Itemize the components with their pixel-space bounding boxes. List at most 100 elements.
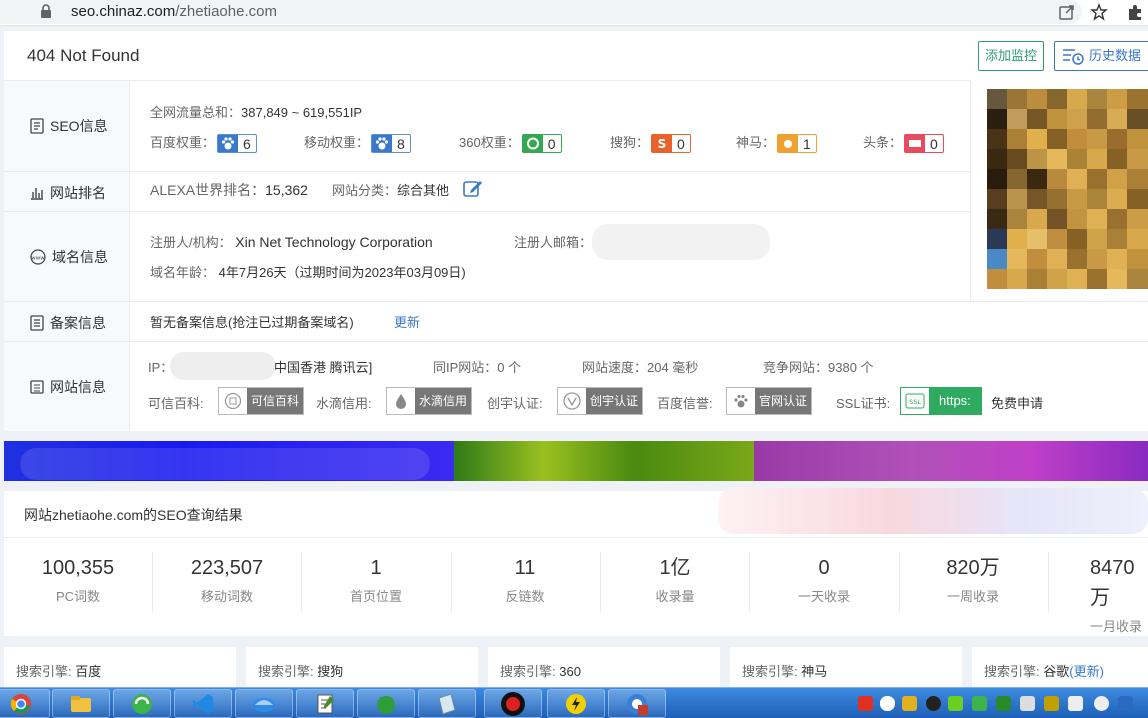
record-button-icon (501, 691, 525, 716)
stat-indexed[interactable]: 1亿 收录量 (601, 553, 749, 611)
engine-card-360[interactable]: 搜索引擎: 360 (488, 647, 720, 687)
record-icon (30, 315, 44, 331)
chrome-icon (10, 693, 31, 714)
competitor-sites[interactable]: 竞争网站：9380 个 (763, 357, 874, 376)
browser360-taskbar-button[interactable] (113, 689, 171, 718)
signal-icon[interactable] (1068, 696, 1083, 711)
address-bar: seo.chinaz.com/zhetiaohe.com (0, 0, 1148, 26)
vscode-icon (193, 693, 213, 714)
mobile-weight[interactable]: 移动权重： 8 (304, 132, 411, 154)
tray-shield-icon[interactable] (972, 696, 987, 711)
same-ip-sites[interactable]: 同IP网站：0 个 (433, 357, 521, 376)
stat-homepage-position[interactable]: 1 首页位置 (302, 553, 450, 611)
share-icon[interactable] (1058, 3, 1076, 21)
redacted-ip (170, 352, 276, 380)
speaker-icon[interactable] (1094, 696, 1109, 711)
tray-cloud-icon[interactable] (1118, 696, 1133, 711)
ssl-label: SSL证书: (836, 396, 891, 411)
stat-backlinks[interactable]: 11 反链数 (451, 553, 599, 611)
svg-text:www: www (31, 256, 45, 262)
engine-card-baidu[interactable]: 搜索引擎: 百度 (4, 647, 236, 687)
results-title: 网站zhetiaohe.com的SEO查询结果 (24, 507, 243, 523)
app-yellow-taskbar-button[interactable] (547, 689, 605, 718)
chuangyu-badge[interactable]: 创宇认证 (557, 387, 644, 415)
stat-mobile-words[interactable]: 223,507 移动词数 (153, 553, 301, 611)
shenma-weight[interactable]: 神马： 1 (736, 132, 817, 154)
divider (4, 537, 1148, 538)
recorder-taskbar-button[interactable] (484, 689, 542, 718)
chrome-badge-icon (627, 693, 648, 715)
chrome-taskbar-button[interactable] (0, 689, 50, 718)
baidu-paw-icon (218, 135, 239, 153)
url-text[interactable]: seo.chinaz.com/zhetiaohe.com (71, 3, 277, 20)
chrome-window-taskbar-button[interactable] (608, 689, 666, 718)
toutiao-icon (905, 135, 926, 153)
document-app-taskbar-button[interactable] (418, 689, 476, 718)
tray-record-icon[interactable] (926, 696, 941, 711)
engine-card-sogou[interactable]: 搜索引擎: 搜狗 (246, 647, 478, 687)
row-label-ranking: 网站排名 (4, 172, 130, 211)
moon-icon[interactable] (880, 696, 895, 711)
stat-week-indexed[interactable]: 820万 一周收录 (899, 553, 1047, 611)
redacted-ad (718, 488, 1148, 534)
divider (4, 341, 1148, 342)
site-speed: 网站速度：204 毫秒 (582, 360, 699, 375)
alexa-rank: ALEXA世界排名：15,362 (150, 182, 308, 198)
site-thumbnail (975, 75, 1148, 301)
shuidi-badge[interactable]: 水滴信用 (386, 387, 473, 415)
icp-label: 备案信息 (30, 313, 106, 333)
icp-update-link[interactable]: 更新 (394, 312, 420, 331)
sogou-weight[interactable]: 搜狗： S 0 (610, 132, 691, 154)
history-label: 历史数据 (1089, 48, 1142, 63)
document-icon (30, 118, 44, 134)
add-monitor-button[interactable]: 添加监控 (978, 41, 1044, 71)
divider (4, 301, 1148, 302)
ssl-apply-link[interactable]: 免费申请 (991, 393, 1043, 412)
column-divider (970, 81, 971, 301)
water-drop-icon (387, 388, 415, 414)
edit-icon[interactable] (463, 178, 483, 198)
kexin-badge[interactable]: 可信百科 (218, 387, 305, 415)
explorer-taskbar-button[interactable] (52, 689, 110, 718)
taskbar (0, 687, 1148, 718)
site-info-label: 网站信息 (30, 377, 106, 397)
document-app-icon (438, 692, 456, 715)
baidu-weight[interactable]: 百度权重： 6 (150, 132, 257, 154)
tray-app-icon[interactable] (902, 696, 917, 711)
redacted-banner (20, 448, 430, 480)
row-label-seo: SEO信息 (4, 81, 130, 171)
list-icon (30, 380, 44, 394)
toutiao-weight[interactable]: 头条： 0 (863, 132, 944, 154)
ranking-label: 网站排名 (30, 183, 106, 203)
stat-pc-words[interactable]: 100,355 PC词数 (4, 553, 152, 611)
folder-icon (71, 695, 91, 712)
shenma-icon (778, 135, 799, 153)
baidu-official-badge[interactable]: 官网认证 (726, 387, 813, 415)
redacted-email (592, 224, 770, 260)
feiyu-taskbar-button[interactable] (235, 689, 293, 718)
ssl-badge[interactable]: SSL https: (900, 387, 982, 415)
bookmark-star-icon[interactable] (1090, 3, 1108, 21)
omnibox[interactable]: seo.chinaz.com/zhetiaohe.com (0, 0, 1082, 24)
cert-label-chuangyu: 创宇认证: (487, 396, 543, 411)
tray-penguin-icon[interactable] (1044, 696, 1059, 711)
seo-info-label: SEO信息 (30, 116, 108, 136)
stat-month-indexed[interactable]: 8470万 一月收录 (1048, 553, 1148, 641)
notepad-taskbar-button[interactable] (296, 689, 354, 718)
engine-card-shenma[interactable]: 搜索引擎: 神马 (730, 647, 962, 687)
google-update-link[interactable]: (更新) (1069, 664, 1104, 679)
bird-icon (253, 697, 275, 712)
shield-icon (219, 388, 247, 414)
engine-card-google[interactable]: 搜索引擎: 谷歌(更新) (972, 647, 1148, 687)
360-weight[interactable]: 360权重： 0 (459, 132, 562, 154)
tray-network-icon[interactable] (996, 696, 1011, 711)
stat-day-indexed[interactable]: 0 一天收录 (750, 553, 898, 611)
sogou-ime-icon[interactable] (858, 696, 873, 711)
history-data-button[interactable]: 历史数据 (1054, 41, 1148, 71)
tray-green-icon[interactable] (948, 696, 963, 711)
lightning-app-icon (566, 693, 586, 714)
tray-settings-icon[interactable] (1020, 696, 1035, 711)
vscode-taskbar-button[interactable] (174, 689, 232, 718)
frog-app-taskbar-button[interactable] (357, 689, 415, 718)
extensions-icon[interactable] (1126, 3, 1144, 21)
